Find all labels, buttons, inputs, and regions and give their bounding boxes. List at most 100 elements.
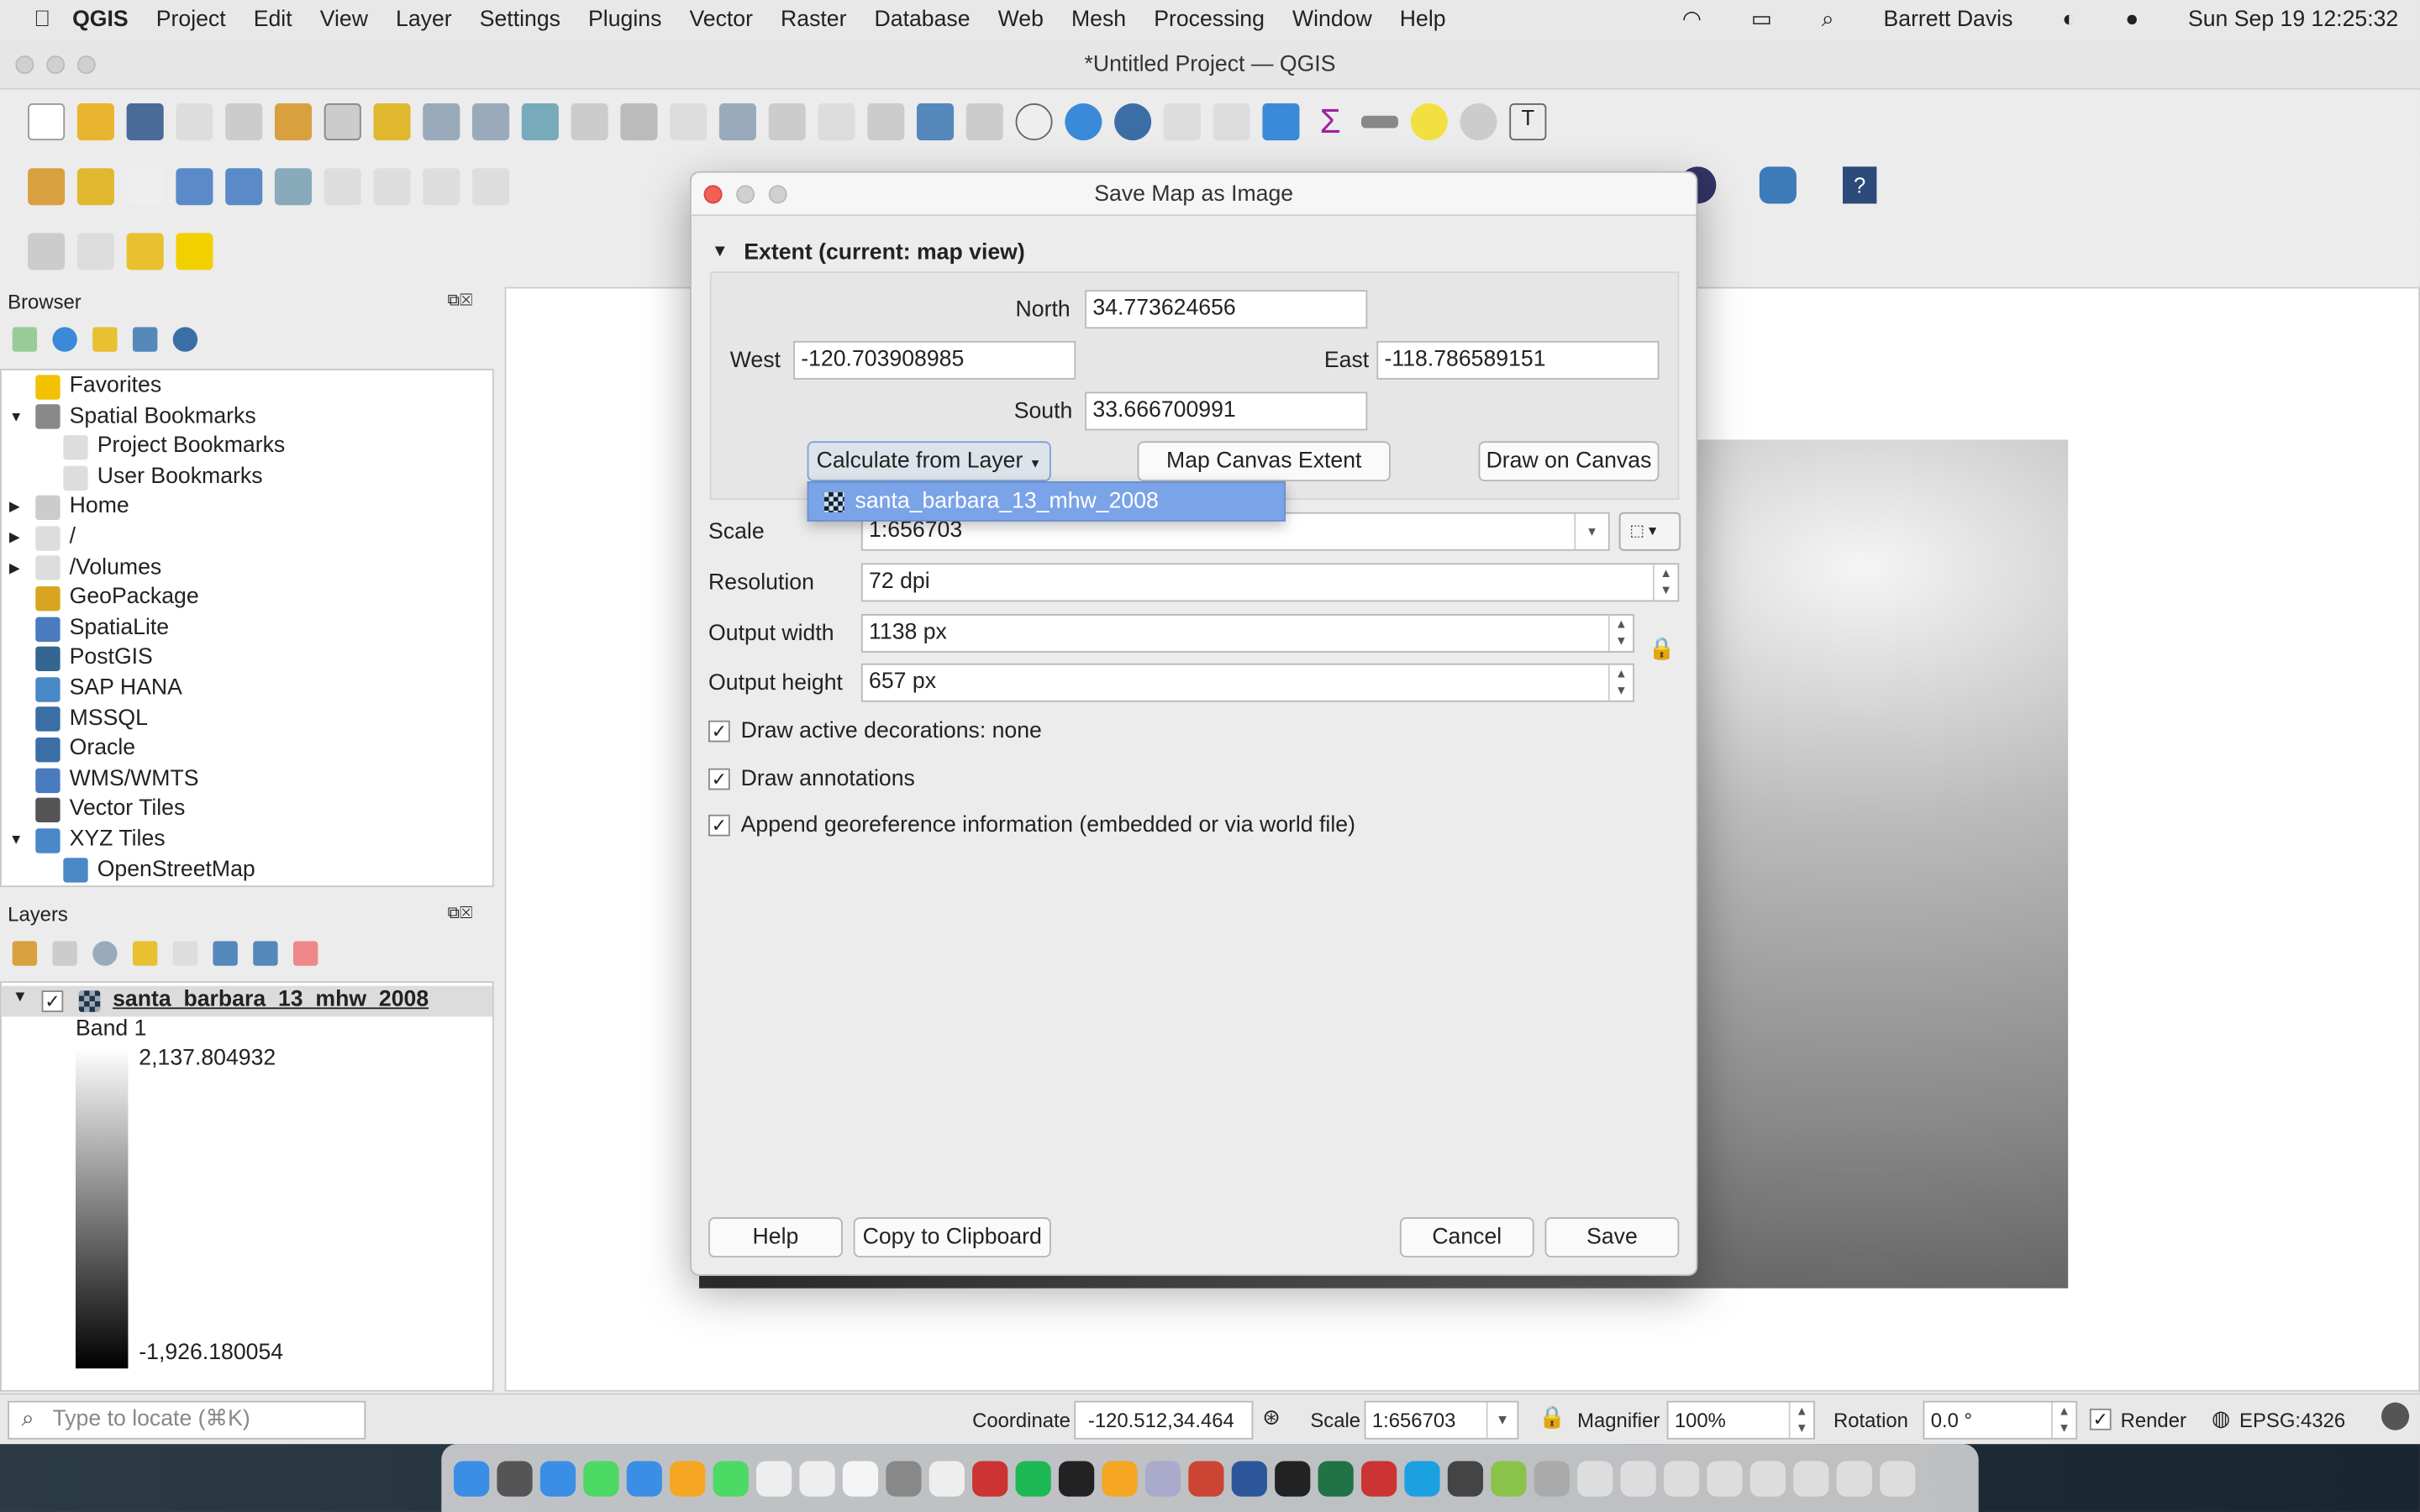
menu-edit[interactable]: Edit [254,8,292,32]
spin-arrows-icon[interactable]: ▲ ▼ [1653,564,1677,601]
user-name[interactable]: Barrett Davis [1883,8,2012,32]
dock-app-icon[interactable] [755,1460,792,1496]
show-bookmarks-icon[interactable] [965,103,1003,141]
menu-database[interactable]: Database [875,8,971,32]
expand-arrow-icon[interactable]: ▶ [9,554,20,584]
dock-app-icon[interactable] [1102,1460,1138,1496]
georeference-label[interactable]: Append georeference information (embedde… [741,813,1355,837]
vertex-tool-icon[interactable] [126,168,164,206]
dock-app-icon[interactable] [972,1460,1008,1496]
pan-icon[interactable] [324,103,361,141]
remove-layer-icon[interactable] [292,941,318,966]
deselect-icon[interactable] [126,233,164,270]
new-project-icon[interactable] [28,103,66,141]
dock-app-icon[interactable] [1707,1460,1743,1496]
spin-arrows-icon[interactable]: ▲ ▼ [1607,664,1633,701]
add-group-icon[interactable] [52,941,77,966]
browser-item[interactable]: Favorites [2,372,492,402]
menu-plugins[interactable]: Plugins [588,8,661,32]
dock-app-icon[interactable] [583,1460,619,1496]
pan-to-selection-icon[interactable] [373,103,411,141]
dock-app-icon[interactable] [1188,1460,1224,1496]
zoom-selection-icon[interactable] [571,103,608,141]
settings-gear-icon[interactable] [1460,103,1497,141]
dock-app-icon[interactable] [1534,1460,1570,1496]
zoom-last-icon[interactable] [718,103,756,141]
browser-item[interactable]: OpenStreetMap [2,855,492,885]
browser-item[interactable]: SAP HANA [2,675,492,705]
dialog-zoom-button[interactable] [768,185,787,204]
dock-app-icon[interactable] [1836,1460,1872,1496]
zoom-full-icon[interactable] [521,103,559,141]
dock-app-icon[interactable] [1275,1460,1311,1496]
spin-arrows-icon[interactable]: ▲ ▼ [2050,1402,2075,1438]
dock-app-icon[interactable] [1404,1460,1440,1496]
spin-arrows-icon[interactable]: ▲ ▼ [1607,615,1633,652]
map-tips-icon[interactable] [1410,103,1448,141]
east-input[interactable]: -118.786589151 [1376,340,1660,380]
mouse-coordinate-toggle-icon[interactable]: ⊛ [1262,1404,1281,1430]
cancel-button[interactable]: Cancel [1399,1217,1534,1257]
menu-raster[interactable]: Raster [781,8,846,32]
dock-app-icon[interactable] [1447,1460,1484,1496]
dock-app-icon[interactable] [1231,1460,1267,1496]
browser-item[interactable]: ▼ Spatial Bookmarks [2,402,492,433]
dock-app-icon[interactable] [1015,1460,1051,1496]
calculate-from-layer-button[interactable]: Calculate from Layer ▼ [807,441,1051,482]
expand-arrow-icon[interactable]: ▶ [9,493,20,523]
rotation-spinbox[interactable]: 0.0 ° ▲ ▼ [1923,1400,2078,1440]
expand-arrow-icon[interactable]: ▼ [13,989,28,1005]
dock-app-icon[interactable] [539,1460,576,1496]
dock-app-icon[interactable] [1360,1460,1397,1496]
new-map-view-icon[interactable] [818,103,855,141]
browser-item[interactable]: ▶ / [2,523,492,554]
open-project-icon[interactable] [76,103,114,141]
browser-item[interactable]: MSSQL [2,705,492,735]
browser-item[interactable]: Oracle [2,734,492,764]
south-input[interactable]: 33.666700991 [1085,391,1368,431]
dock-app-icon[interactable] [842,1460,879,1496]
data-source-manager-icon[interactable] [28,168,66,206]
measure-icon[interactable] [1360,115,1399,129]
browser-item[interactable]: User Bookmarks [2,463,492,493]
menu-vector[interactable]: Vector [689,8,753,32]
zoom-layer-icon[interactable] [620,103,658,141]
north-input[interactable]: 34.773624656 [1085,290,1368,329]
annotations-label[interactable]: Draw annotations [741,767,915,791]
toggle-edit-icon[interactable] [373,168,411,206]
menu-mesh[interactable]: Mesh [1071,8,1126,32]
dock-app-icon[interactable] [670,1460,706,1496]
gps-icon[interactable] [225,168,263,206]
siri-icon[interactable]: ● [2125,8,2139,32]
save-project-icon[interactable] [126,103,164,141]
dock-app-icon[interactable] [497,1460,533,1496]
dock-app-icon[interactable] [929,1460,965,1496]
menu-help[interactable]: Help [1400,8,1446,32]
dock-app-icon[interactable] [1144,1460,1181,1496]
control-center-icon[interactable]: ◐ [2062,8,2075,32]
properties-icon[interactable] [172,327,198,352]
dock-app-icon[interactable] [1749,1460,1786,1496]
dock-app-icon[interactable] [1491,1460,1527,1496]
new-3d-map-icon[interactable] [867,103,905,141]
dock-app-icon[interactable] [799,1460,835,1496]
crs-button[interactable]: EPSG:4326 [2239,1409,2345,1432]
dock-app-icon[interactable] [1663,1460,1700,1496]
zoom-out-icon[interactable] [472,103,510,141]
dock-app-icon[interactable] [1880,1460,1916,1496]
dock-app-icon[interactable] [626,1460,662,1496]
select-features-icon[interactable] [28,233,66,270]
spin-arrows-icon[interactable]: ▲ ▼ [1788,1402,1813,1438]
python-console-icon[interactable] [1759,166,1797,204]
zoom-native-icon[interactable] [670,103,708,141]
dock-app-icon[interactable] [1793,1460,1829,1496]
edit-pencil-icon[interactable] [324,168,361,206]
visibility-eye-icon[interactable] [92,941,118,966]
scale-from-map-button[interactable]: ⬚ ▾ [1618,512,1681,551]
collapse-all-icon[interactable] [132,327,158,352]
temporal-controller-icon[interactable] [1015,103,1053,141]
map-canvas-extent-button[interactable]: Map Canvas Extent [1137,441,1391,482]
dialog-close-button[interactable] [703,185,723,204]
add-selected-icon[interactable] [12,327,38,352]
dropdown-arrow-icon[interactable]: ▼ [1486,1402,1518,1438]
